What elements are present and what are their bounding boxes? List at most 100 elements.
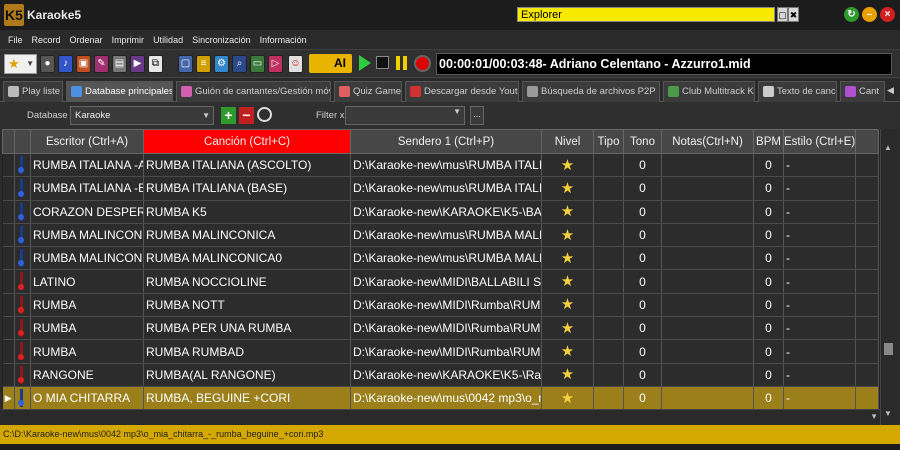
table-row[interactable]: ▶ O MIA CHITARRA RUMBA, BEGUINE +CORI D:\Ka…: [2, 386, 879, 409]
play-icon[interactable]: [359, 55, 371, 71]
row-selector[interactable]: [2, 293, 15, 318]
cell-bpm[interactable]: 0: [753, 316, 784, 341]
cell-bpm[interactable]: 0: [753, 176, 784, 201]
cell-estilo[interactable]: -: [783, 316, 856, 341]
cell-nivel[interactable]: ★: [541, 153, 594, 178]
cell-bpm[interactable]: 0: [753, 153, 784, 178]
cell-notas[interactable]: [661, 363, 754, 387]
cell-sendero[interactable]: D:\Karaoke-new\MIDI\Rumba\RUMBA nott.mid: [350, 293, 542, 318]
vertical-scrollbar[interactable]: ▲ ▼: [880, 129, 894, 425]
cell-escritor[interactable]: RUMBA: [30, 293, 144, 318]
cell-extra[interactable]: [855, 200, 879, 224]
cell-nivel[interactable]: ★: [541, 246, 594, 271]
cell-estilo[interactable]: -: [783, 153, 856, 178]
table-row[interactable]: RUMBA RUMBA RUMBAD D:\Karaoke-new\MIDI\Rum…: [2, 339, 879, 364]
cell-bpm[interactable]: 0: [753, 223, 784, 248]
cell-tipo[interactable]: [593, 316, 624, 341]
cell-escritor[interactable]: RUMBA: [30, 316, 144, 341]
cell-tono[interactable]: 0: [623, 153, 662, 178]
cell-estilo[interactable]: -: [783, 339, 856, 364]
cell-cancion[interactable]: RUMBA NOCCIOLINE: [143, 269, 351, 294]
row-selector[interactable]: [2, 339, 15, 364]
cell-extra[interactable]: [855, 363, 879, 387]
lyrics-tool-icon[interactable]: ≡: [196, 55, 211, 73]
copy-tool-icon[interactable]: ⧉: [148, 55, 163, 73]
minimize-button[interactable]: –: [862, 7, 877, 22]
cell-notas[interactable]: [661, 153, 754, 178]
cell-tipo[interactable]: [593, 386, 624, 409]
cell-estilo[interactable]: -: [783, 386, 856, 409]
cell-extra[interactable]: [855, 223, 879, 248]
row-selector[interactable]: [2, 200, 15, 224]
tab-club-multitrack[interactable]: Club Multitrack K5: [663, 81, 755, 102]
menu-file[interactable]: File: [8, 35, 23, 45]
cell-notas[interactable]: [661, 316, 754, 341]
menu-ordenar[interactable]: Ordenar: [70, 35, 103, 45]
cell-notas[interactable]: [661, 176, 754, 201]
cell-extra[interactable]: [855, 316, 879, 341]
cell-notas[interactable]: [661, 269, 754, 294]
cell-escritor[interactable]: O MIA CHITARRA: [30, 386, 144, 409]
cell-tono[interactable]: 0: [623, 293, 662, 318]
cell-tipo[interactable]: [593, 200, 624, 224]
cell-escritor[interactable]: RUMBA ITALIANA -ASCOLTO: [30, 153, 144, 178]
cell-extra[interactable]: [855, 293, 879, 318]
filter-more-button[interactable]: ...: [470, 106, 484, 125]
cell-nivel[interactable]: ★: [541, 176, 594, 201]
star-icon[interactable]: ★: [561, 366, 574, 383]
cell-notas[interactable]: [661, 386, 754, 409]
cell-estilo[interactable]: -: [783, 246, 856, 271]
cell-notas[interactable]: [661, 339, 754, 364]
cell-tipo[interactable]: [593, 176, 624, 201]
cell-tono[interactable]: 0: [623, 200, 662, 224]
star-icon[interactable]: ★: [561, 273, 574, 290]
remove-button[interactable]: −: [239, 107, 254, 124]
cell-extra[interactable]: [855, 269, 879, 294]
star-icon[interactable]: ★: [561, 157, 574, 174]
tab-guion-cantantes[interactable]: Guión de cantantes/Gestión móvil: [176, 81, 331, 102]
cell-escritor[interactable]: LATINO: [30, 269, 144, 294]
explorer-restore-icon[interactable]: ▢: [777, 7, 788, 22]
header-sendero[interactable]: Sendero 1 (Ctrl+P): [350, 129, 542, 154]
header-escritor[interactable]: Escritor (Ctrl+A): [30, 129, 144, 154]
cell-cancion[interactable]: RUMBA ITALIANA (BASE): [143, 176, 351, 201]
cell-escritor[interactable]: RUMBA MALINCONICA: [30, 223, 144, 248]
media-tool-icon[interactable]: ▶: [130, 55, 145, 73]
cell-estilo[interactable]: -: [783, 363, 856, 387]
cell-cancion[interactable]: RUMBA(AL RANGONE): [143, 363, 351, 387]
cell-tipo[interactable]: [593, 363, 624, 387]
favorite-star-dropdown[interactable]: ★ ▼: [4, 54, 37, 74]
row-selector[interactable]: [2, 246, 15, 271]
pause-icon[interactable]: [396, 56, 407, 70]
menu-sincronizacion[interactable]: Sincronización: [192, 35, 251, 45]
cell-nivel[interactable]: ★: [541, 316, 594, 341]
cell-bpm[interactable]: 0: [753, 339, 784, 364]
cell-extra[interactable]: [855, 246, 879, 271]
header-notas[interactable]: Notas(Ctrl+N): [661, 129, 754, 154]
video-tool-icon[interactable]: ▷: [268, 55, 283, 73]
cell-nivel[interactable]: ★: [541, 223, 594, 248]
table-row[interactable]: RUMBA MALINCONICARUMBA MALINCONICA0D:\Ka…: [2, 246, 879, 271]
header-nivel[interactable]: Nivel: [541, 129, 594, 154]
header-tipo[interactable]: Tipo: [593, 129, 624, 154]
table-row[interactable]: CORAZON DESPERADORUMBA K5D:\Karaoke-new\…: [2, 200, 879, 224]
cell-nivel[interactable]: ★: [541, 386, 594, 409]
ai-button[interactable]: AI: [309, 54, 352, 73]
cell-bpm[interactable]: 0: [753, 246, 784, 271]
cell-escritor[interactable]: CORAZON DESPERADO: [30, 200, 144, 224]
cell-estilo[interactable]: -: [783, 269, 856, 294]
cell-tono[interactable]: 0: [623, 269, 662, 294]
star-icon[interactable]: ★: [561, 203, 574, 220]
circle-toggle-button[interactable]: [257, 107, 272, 122]
row-selector[interactable]: ▶: [2, 386, 15, 409]
cell-extra[interactable]: [855, 386, 879, 409]
cell-bpm[interactable]: 0: [753, 363, 784, 387]
cell-escritor[interactable]: RUMBA ITALIANA -BASE: [30, 176, 144, 201]
cell-tipo[interactable]: [593, 246, 624, 271]
scroll-down-end-icon[interactable]: ▼: [870, 412, 878, 421]
cell-bpm[interactable]: 0: [753, 293, 784, 318]
music-note-icon[interactable]: ♪: [58, 55, 73, 73]
cell-notas[interactable]: [661, 223, 754, 248]
header-estilo[interactable]: Estilo (Ctrl+E): [783, 129, 856, 154]
cell-nivel[interactable]: ★: [541, 200, 594, 224]
